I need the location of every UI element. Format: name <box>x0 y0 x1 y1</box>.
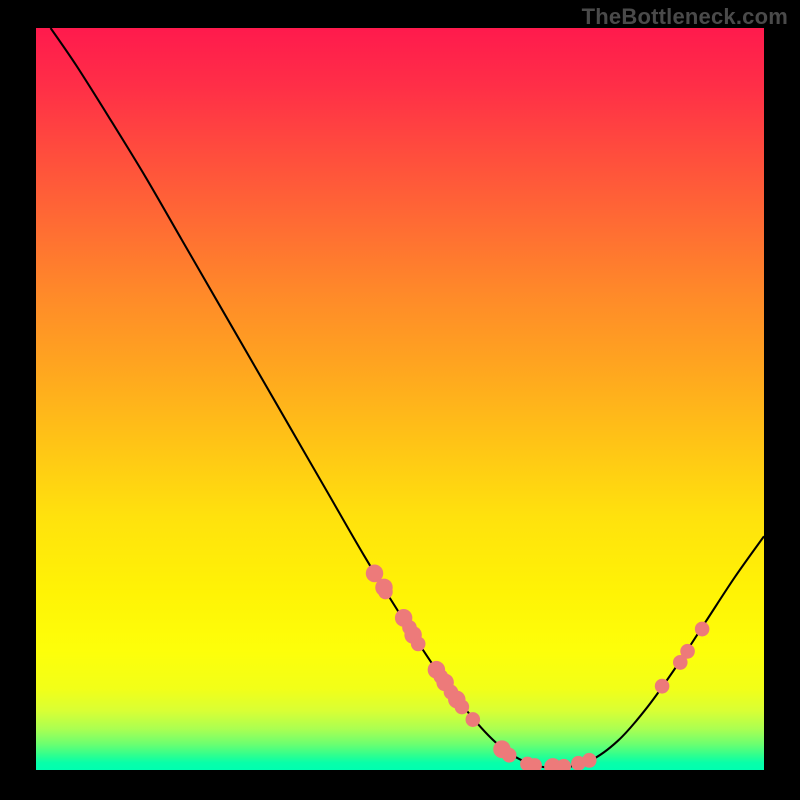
data-marker <box>695 622 710 637</box>
data-marker <box>502 748 517 763</box>
curve-svg <box>36 28 764 770</box>
data-marker <box>455 700 470 715</box>
data-marker <box>411 636 426 651</box>
data-marker <box>378 585 393 600</box>
data-marker <box>655 679 670 694</box>
data-marker <box>582 753 597 768</box>
plot-area <box>36 28 764 770</box>
data-markers <box>366 564 710 770</box>
watermark-text: TheBottleneck.com <box>582 4 788 30</box>
chart-frame: TheBottleneck.com <box>0 0 800 800</box>
data-marker <box>466 712 481 727</box>
data-marker <box>680 644 695 659</box>
bottleneck-curve <box>51 28 764 768</box>
